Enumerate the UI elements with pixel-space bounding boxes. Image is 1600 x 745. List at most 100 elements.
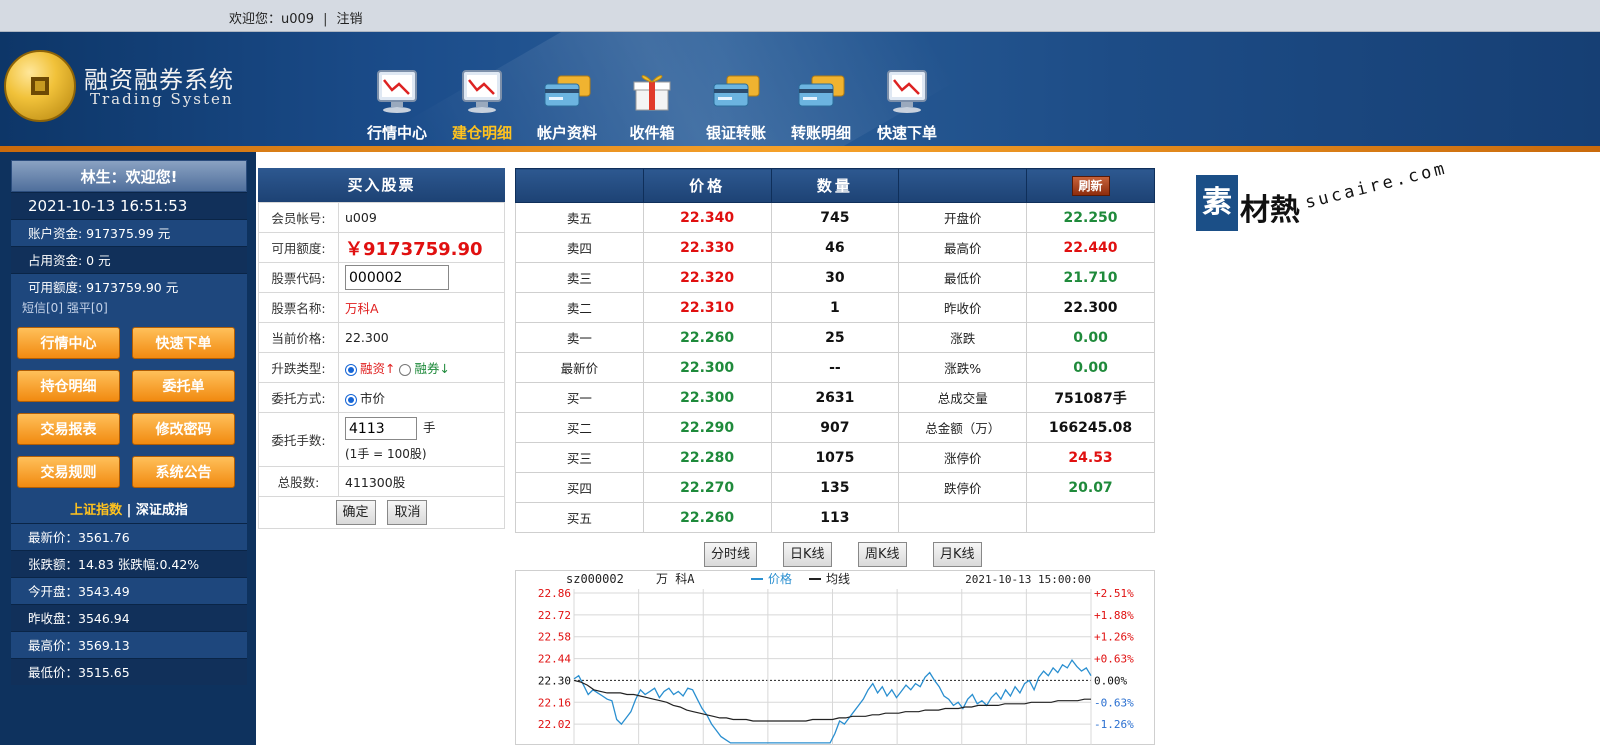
- quote-row: 卖四 22.330 46 最高价 22.440: [515, 232, 1155, 263]
- stock-name-value: 万科A: [345, 301, 379, 316]
- stat-value: 22.250: [1026, 202, 1155, 233]
- quote-quantity: 135: [770, 472, 900, 503]
- chart-tab-2[interactable]: 周K线: [858, 542, 907, 567]
- chart-tab-0[interactable]: 分时线: [704, 542, 758, 567]
- nav-item-2[interactable]: 帐户资料: [525, 32, 609, 146]
- lots-input[interactable]: [345, 417, 417, 440]
- nav-item-4[interactable]: 银证转账: [694, 32, 778, 146]
- quote-price: 22.260: [642, 322, 772, 353]
- sidebar-button-6[interactable]: 交易规则: [17, 456, 120, 488]
- chart-tab-1[interactable]: 日K线: [783, 542, 832, 567]
- index-separator: |: [126, 503, 132, 518]
- sidebar-button-1[interactable]: 快速下单: [132, 327, 235, 359]
- nav-item-0[interactable]: 行情中心: [355, 32, 439, 146]
- nav-item-3[interactable]: 收件箱: [610, 32, 694, 146]
- header-banner: 融资融券系统 Trading Systen 行情中心 建仓明细 帐户资料 收件箱 银证转…: [0, 32, 1600, 152]
- y-tick-label: 22.02: [538, 718, 571, 731]
- intraday-chart-svg: sz000002 万 科A 价格 均线 2021-10-13 15:00:00 22.86…: [538, 571, 1134, 745]
- sidebar-button-4[interactable]: 交易报表: [17, 413, 120, 445]
- nav-item-6[interactable]: 快速下单: [865, 32, 949, 146]
- quote-level: 买四: [515, 472, 644, 503]
- margin-long-radio[interactable]: [345, 363, 357, 376]
- sidebar-buttons: 行情中心 快速下单 持仓明细 委托单 交易报表 修改密码 交易规则 系统公告: [11, 317, 247, 499]
- quote-quantity: 2631: [770, 382, 900, 413]
- brand-name-en: Trading Systen: [90, 90, 234, 108]
- sidebar-button-5[interactable]: 修改密码: [132, 413, 235, 445]
- quote-quantity: --: [770, 352, 900, 383]
- quote-row: 买四 22.270 135 跌停价 20.07: [515, 472, 1155, 503]
- current-price-value: 22.300: [338, 322, 505, 353]
- stat-value: 24.53: [1026, 442, 1155, 473]
- sidebar-button-2[interactable]: 持仓明细: [17, 370, 120, 402]
- tab-shenzhen-index[interactable]: 深证成指: [136, 503, 188, 518]
- refresh-button[interactable]: 刷新: [1071, 175, 1110, 196]
- quote-level: 买五: [515, 502, 644, 533]
- chart-stock-name: 万 科A: [656, 572, 695, 586]
- market-price-radio[interactable]: [345, 393, 357, 406]
- stat-label: 昨收价: [898, 292, 1028, 323]
- quote-quantity: 907: [770, 412, 900, 443]
- quote-table: 价格 数量 刷新 卖五 22.340 745 开盘价 22.250 卖四 22.330 46 最…: [515, 168, 1155, 533]
- sidebar-button-3[interactable]: 委托单: [132, 370, 235, 402]
- welcome-text: 欢迎您：u009: [229, 12, 315, 27]
- stat-value: 20.07: [1026, 472, 1155, 503]
- quote-level: 买三: [515, 442, 644, 473]
- quote-row: 最新价 22.300 -- 涨跌% 0.00: [515, 352, 1155, 383]
- y2-tick-label: +0.63%: [1094, 653, 1134, 666]
- buy-form: 会员帐号:u009 可用额度: ￥9173759.90 股票代码: 股票名称: 万科…: [258, 202, 505, 529]
- stock-code-input[interactable]: [345, 265, 449, 290]
- sidebar-button-0[interactable]: 行情中心: [17, 327, 120, 359]
- stat-value: 0.00: [1026, 322, 1155, 353]
- market-price-label: 市价: [360, 391, 386, 406]
- y-tick-label: 22.16: [538, 696, 571, 709]
- messages-link[interactable]: 短信[0] 强平[0]: [11, 300, 247, 317]
- index-stat-row: 昨收盘：3546.94: [11, 604, 247, 631]
- quote-row: 卖二 22.310 1 昨收价 22.300: [515, 292, 1155, 323]
- quote-quantity: 25: [770, 322, 900, 353]
- index-stat-row: 张跌额：14.83 张跌幅:0.42%: [11, 550, 247, 577]
- quote-price: 22.300: [642, 352, 772, 383]
- quote-panel: 价格 数量 刷新 卖五 22.340 745 开盘价 22.250 卖四 22.330 46 最…: [515, 168, 1155, 533]
- coin-logo-icon: [4, 50, 76, 122]
- available-value: ￥9173759.90: [345, 238, 483, 260]
- nav-item-1[interactable]: 建仓明细: [440, 32, 524, 146]
- quote-price: 22.270: [642, 472, 772, 503]
- legend-avg-label: 均线: [826, 572, 850, 586]
- logout-link[interactable]: 注销: [336, 12, 362, 27]
- quote-row: 买三 22.280 1075 涨停价 24.53: [515, 442, 1155, 473]
- total-shares-value: 411300股: [338, 466, 505, 497]
- buy-stock-panel: 买入股票 会员帐号:u009 可用额度: ￥9173759.90 股票代码: 股票…: [258, 168, 505, 529]
- stat-label: 开盘价: [898, 202, 1028, 233]
- stat-label: 最高价: [898, 232, 1028, 263]
- stat-label: 涨跌: [898, 322, 1028, 353]
- lots-label: 委托手数:: [258, 412, 339, 467]
- quote-price: 22.290: [642, 412, 772, 443]
- margin-short-radio[interactable]: [399, 363, 412, 376]
- quote-price: 22.280: [642, 442, 772, 473]
- nav-item-label: 行情中心: [366, 124, 427, 142]
- nav-item-5[interactable]: 转账明细: [779, 32, 863, 146]
- quote-level: 买一: [515, 382, 644, 413]
- chart-tab-3[interactable]: 月K线: [933, 542, 982, 567]
- quote-level: 卖五: [515, 202, 644, 233]
- monitor-chart-icon: [457, 66, 507, 116]
- monitor-chart-icon: [372, 66, 422, 116]
- confirm-button[interactable]: 确定: [335, 500, 376, 525]
- sidebar-button-7[interactable]: 系统公告: [132, 456, 235, 488]
- quote-row: 卖三 22.320 30 最低价 21.710: [515, 262, 1155, 293]
- quote-row: 买二 22.290 907 总金额（万） 166245.08: [515, 412, 1155, 443]
- y2-tick-label: -1.26%: [1094, 718, 1134, 731]
- chart-timestamp: 2021-10-13 15:00:00: [965, 573, 1091, 586]
- price-column-header: 价格: [642, 168, 772, 203]
- cancel-button[interactable]: 取消: [387, 500, 428, 525]
- buy-panel-title: 买入股票: [258, 168, 505, 202]
- stat-value: 22.300: [1026, 292, 1155, 323]
- index-stat-row: 最新价：3561.76: [11, 523, 247, 550]
- stat-value: 21.710: [1026, 262, 1155, 293]
- stock-name-label: 股票名称:: [258, 292, 339, 323]
- watermark-cn: 材熱: [1240, 193, 1300, 228]
- y2-tick-label: -0.63%: [1094, 696, 1134, 709]
- current-datetime: 2021-10-13 16:51:53: [11, 192, 247, 219]
- stat-value: [1026, 502, 1155, 533]
- tab-shanghai-index[interactable]: 上证指数: [70, 503, 122, 518]
